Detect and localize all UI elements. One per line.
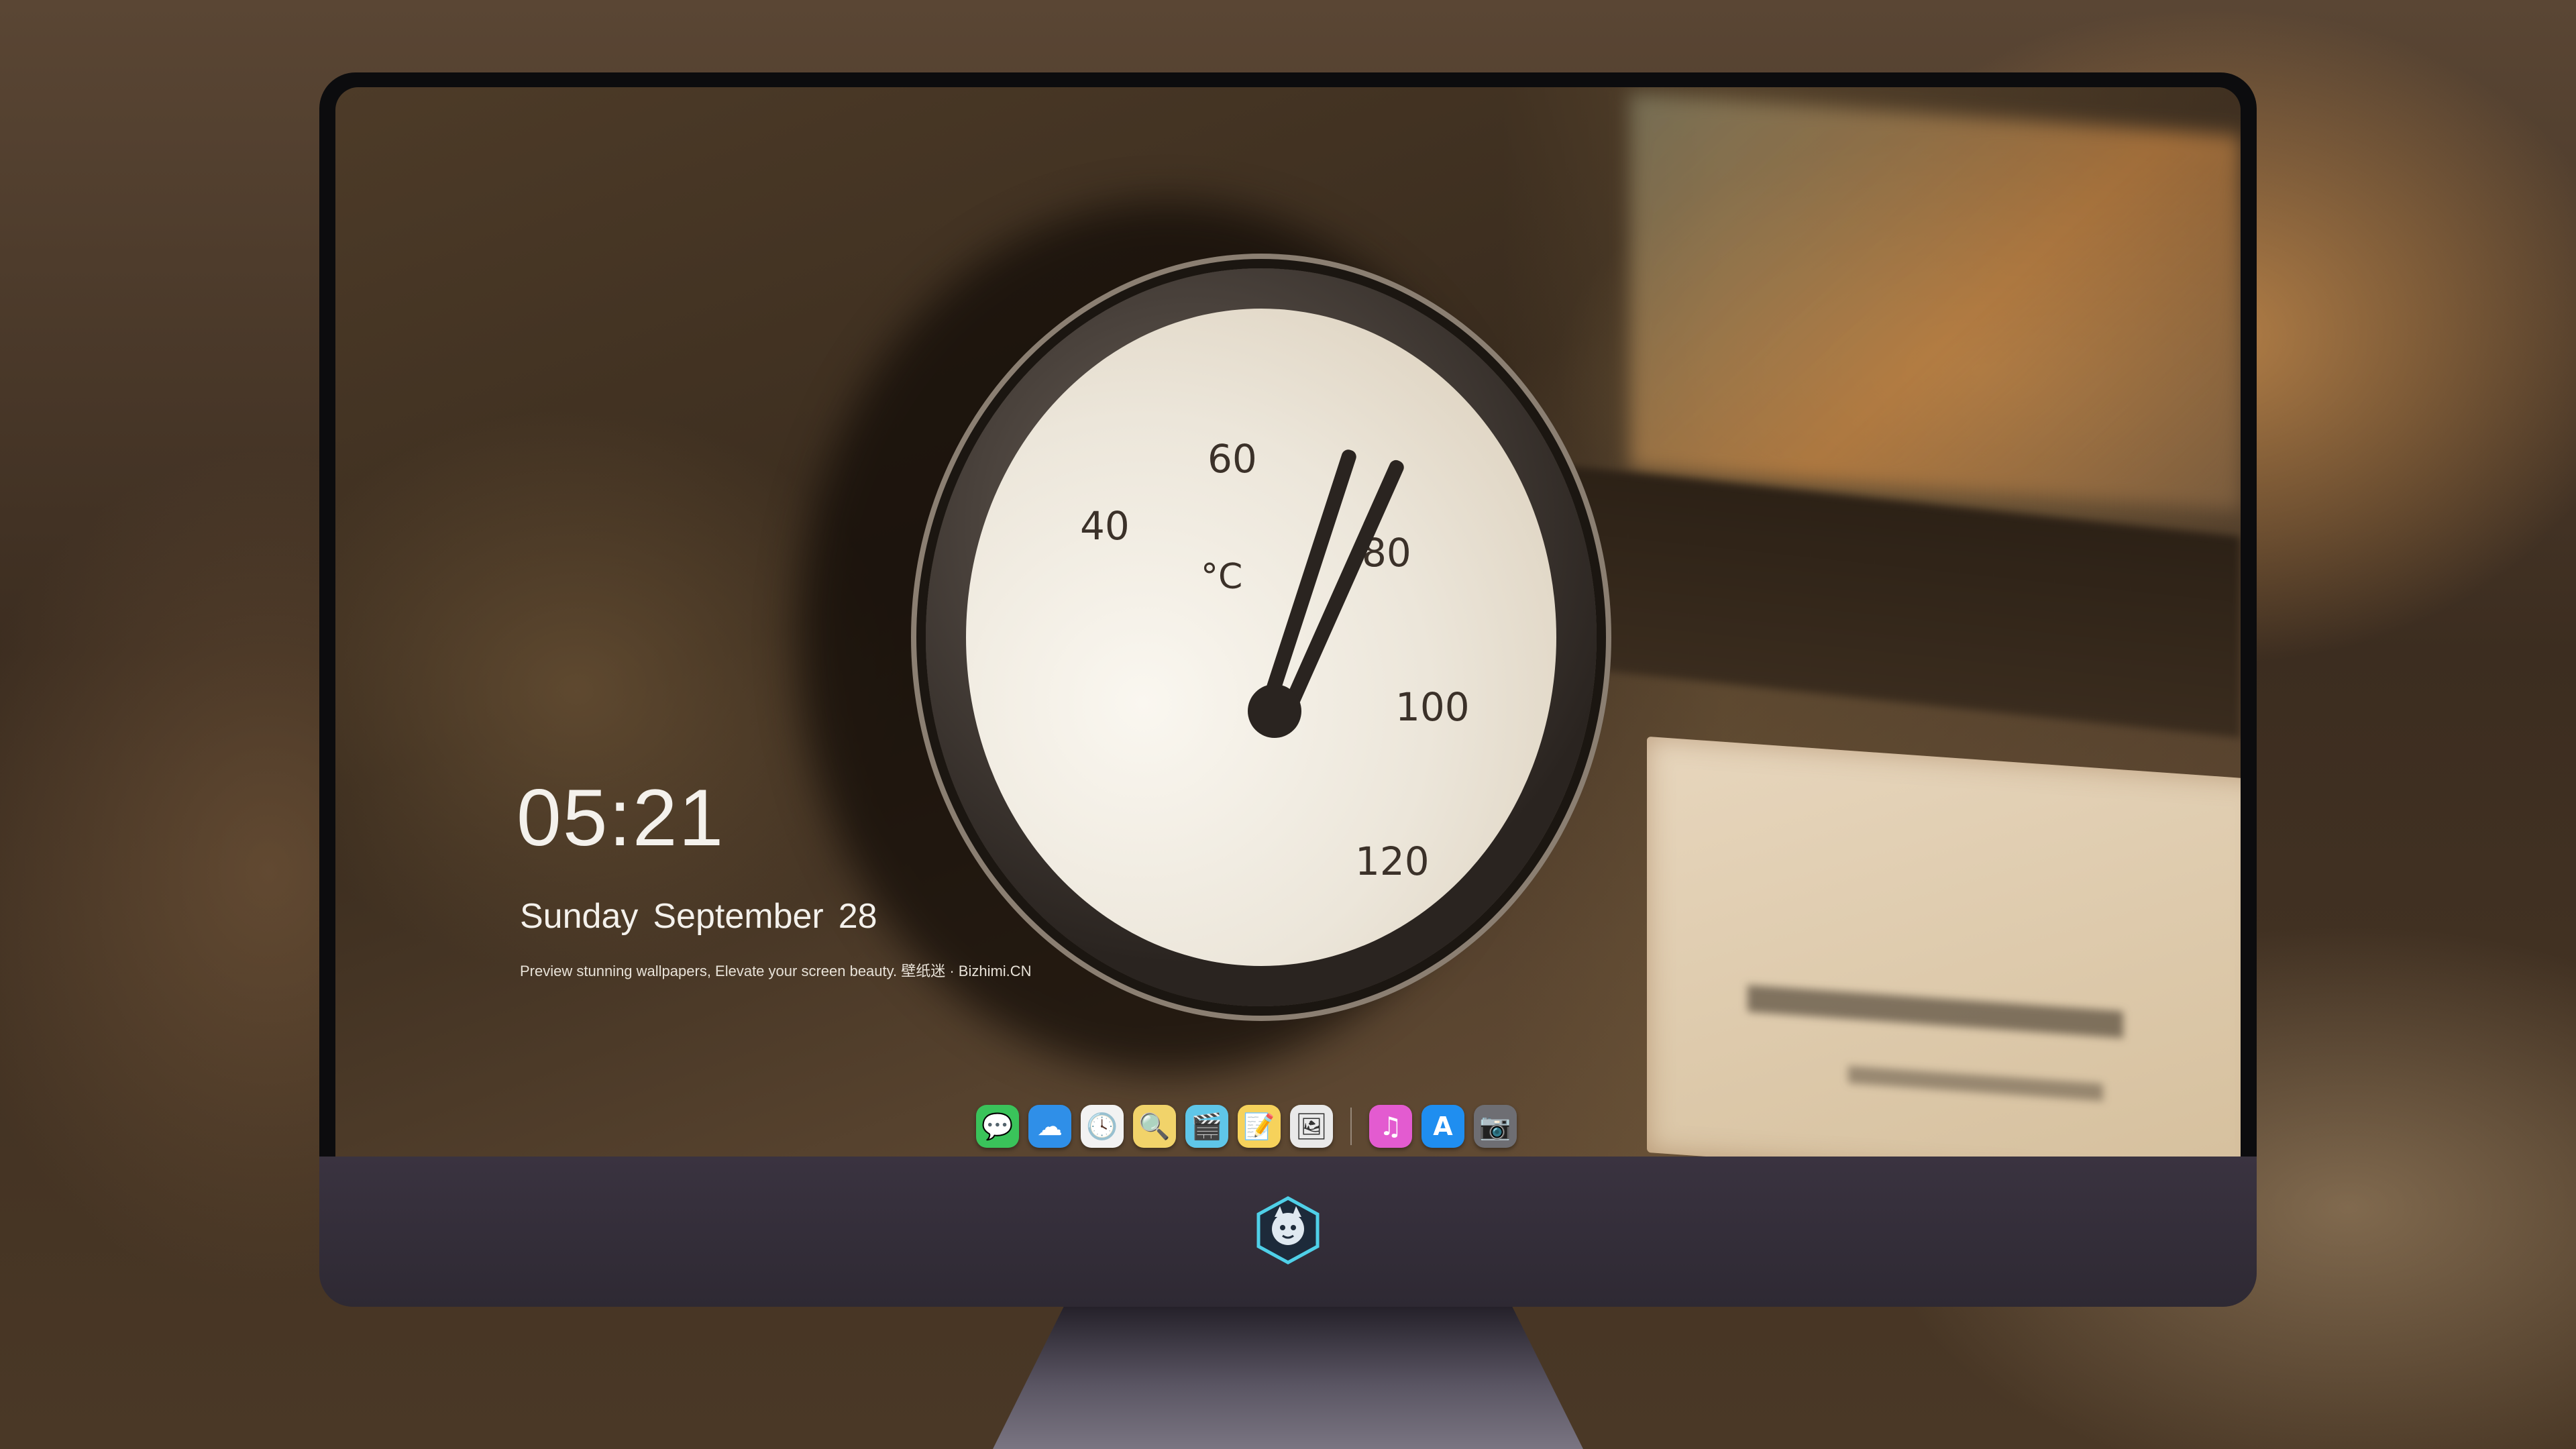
photos-icon[interactable]: 🖼 (1290, 1105, 1333, 1148)
lock-screen-clock: 05:21 (517, 773, 725, 863)
weather-cloud-icon[interactable]: ☁ (1028, 1105, 1071, 1148)
dock: 💬 ☁ 🕓 🔍 🎬 📝 🖼 ♫ A 📷 (976, 1100, 1517, 1152)
lock-screen[interactable]: 40 60 °C 80 100 120 05:21 Sunday Septembe… (335, 87, 2241, 1157)
dock-separator (1350, 1108, 1352, 1145)
gauge-label: 40 (1080, 503, 1130, 549)
mascot-logo-icon (1256, 1196, 1320, 1265)
preview-icon[interactable]: 🔍 (1133, 1105, 1176, 1148)
clock-icon[interactable]: 🕓 (1081, 1105, 1124, 1148)
monitor-bezel: 40 60 °C 80 100 120 05:21 Sunday Septembe… (319, 72, 2257, 1173)
placard-text-blur (1748, 985, 2123, 1038)
lock-screen-date: Sunday September 28 (520, 896, 892, 936)
monitor-stand (993, 1307, 1583, 1449)
wallpaper-tagline: Preview stunning wallpapers, Elevate you… (520, 963, 1032, 979)
messages-icon[interactable]: 💬 (976, 1105, 1019, 1148)
music-note-icon[interactable]: ♫ (1369, 1105, 1412, 1148)
gauge-label: 100 (1395, 684, 1470, 730)
notes-icon[interactable]: 📝 (1238, 1105, 1281, 1148)
gauge-label: 120 (1355, 839, 1430, 884)
placard-text-blur (1848, 1065, 2103, 1102)
wallpaper-placard (1647, 736, 2241, 1157)
date-month: September (653, 897, 824, 936)
date-weekday: Sunday (520, 897, 639, 936)
thermometer-gauge: 40 60 °C 80 100 120 (926, 268, 1597, 1006)
gauge-label: 60 (1208, 436, 1257, 482)
gauge-hub (1248, 684, 1301, 738)
gauge-face: 40 60 °C 80 100 120 (966, 309, 1556, 966)
camera-icon[interactable]: 📷 (1474, 1105, 1517, 1148)
gauge-unit: °C (1201, 557, 1243, 597)
desktop-background: 40 60 °C 80 100 120 05:21 Sunday Septembe… (0, 0, 2576, 1449)
date-day: 28 (838, 897, 877, 936)
monitor: 40 60 °C 80 100 120 05:21 Sunday Septembe… (319, 72, 2257, 1307)
app-store-icon[interactable]: A (1421, 1105, 1464, 1148)
monitor-chin (319, 1157, 2257, 1307)
wallpaper-poster (1630, 93, 2241, 511)
clapperboard-icon[interactable]: 🎬 (1185, 1105, 1228, 1148)
